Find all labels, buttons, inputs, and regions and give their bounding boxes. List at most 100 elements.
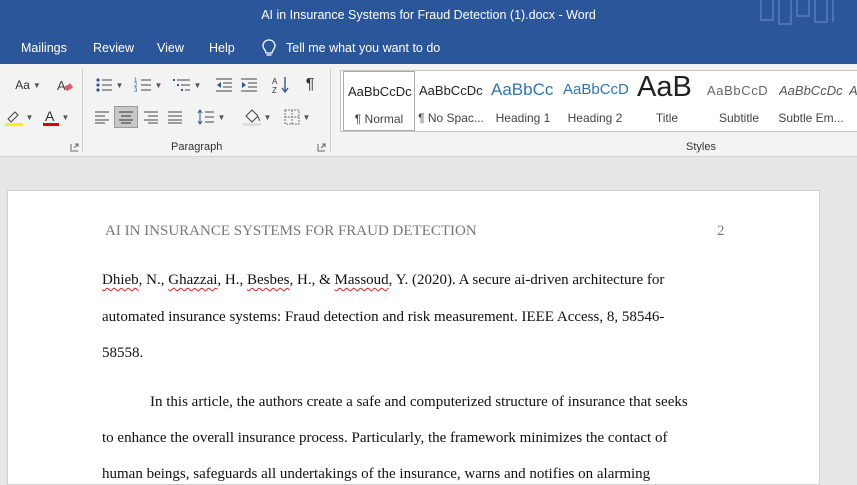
- style-preview: AaBbCcDc: [419, 83, 483, 98]
- chevron-down-icon: ▼: [302, 112, 311, 122]
- align-right-icon: [144, 111, 158, 124]
- align-right-button[interactable]: [140, 106, 162, 128]
- style-name: Title: [655, 111, 679, 125]
- page-number: 2: [717, 223, 725, 239]
- justify-button[interactable]: [164, 106, 186, 128]
- shading-button[interactable]: ▼: [240, 106, 274, 128]
- text-run: , N.,: [138, 272, 169, 288]
- svg-text:3: 3: [134, 88, 138, 93]
- chevron-down-icon: ▼: [217, 112, 226, 122]
- align-left-button[interactable]: [91, 106, 113, 128]
- style-preview: AaBbCc: [491, 80, 554, 99]
- misspelled-word[interactable]: Dhieb: [102, 272, 139, 288]
- multilevel-list-icon: [172, 79, 190, 91]
- style-subtitle[interactable]: AaBbCcD Subtitle: [703, 71, 775, 131]
- reference-line-2: automated insurance systems: Fraud detec…: [102, 309, 665, 325]
- style-preview: AaBbCcDc: [779, 83, 843, 98]
- tell-me-box[interactable]: Tell me what you want to do: [262, 39, 440, 57]
- group-separator: [330, 68, 331, 152]
- title-bar: AI in Insurance Systems for Fraud Detect…: [0, 0, 857, 32]
- svg-text:A: A: [57, 78, 66, 93]
- style-heading-2[interactable]: AaBbCcD Heading 2: [559, 71, 631, 131]
- style-partial[interactable]: A: [847, 71, 857, 131]
- running-header: AI IN INSURANCE SYSTEMS FOR FRAUD DETECT…: [105, 223, 477, 239]
- group-separator: [82, 68, 83, 152]
- ribbon-tabs: Mailings Review View Help Tell me what y…: [0, 32, 857, 64]
- text-run: , H.,: [217, 272, 247, 288]
- eraser-icon: A: [57, 78, 73, 93]
- style-title[interactable]: AaB Title: [631, 71, 703, 131]
- align-center-icon: [119, 111, 133, 124]
- style-no-spacing[interactable]: AaBbCcDc ¶ No Spac...: [415, 71, 487, 131]
- line-spacing-button[interactable]: ▼: [194, 106, 228, 128]
- font-color-button[interactable]: A ▼: [40, 106, 72, 128]
- highlighter-icon: [4, 111, 23, 126]
- numbering-button[interactable]: 1 2 3 ▼: [131, 74, 165, 96]
- dialog-launcher-icon[interactable]: [70, 143, 79, 152]
- ribbon: Aa ▼ A ▼ A ▼ ▼ 1 2 3 ▼ ▼ AZ ¶ ▼ ▼ ▼ Para…: [0, 64, 857, 157]
- pilcrow-icon: ¶: [305, 76, 315, 93]
- svg-text:A: A: [45, 108, 55, 124]
- style-name: ¶ Normal: [354, 112, 404, 126]
- sort-button[interactable]: AZ: [270, 74, 292, 96]
- misspelled-word[interactable]: Massoud: [335, 272, 389, 288]
- chevron-down-icon: ▼: [154, 80, 163, 90]
- text-run: , Y. (2020). A secure ai-driven architec…: [388, 272, 665, 288]
- style-preview: AaBbCcD: [707, 83, 769, 98]
- style-name: Subtle Em...: [778, 111, 844, 125]
- style-preview: AaBbCcD: [563, 81, 629, 98]
- decrease-indent-button[interactable]: [213, 74, 235, 96]
- style-name: Heading 2: [567, 111, 623, 125]
- sort-icon: AZ: [272, 77, 289, 94]
- increase-indent-button[interactable]: [238, 74, 260, 96]
- chevron-down-icon: ▼: [193, 80, 202, 90]
- paragraph-line-1: In this article, the authors create a sa…: [150, 394, 688, 410]
- paragraph-line-3: human beings, safeguards all undertaking…: [102, 466, 651, 482]
- borders-button[interactable]: ▼: [280, 106, 314, 128]
- tell-me-text: Tell me what you want to do: [286, 41, 441, 55]
- chevron-down-icon: ▼: [263, 112, 272, 122]
- font-color-icon: A: [42, 108, 59, 126]
- decrease-indent-icon: [216, 78, 232, 92]
- bullets-icon: [95, 78, 112, 92]
- paragraph-group-label: Paragraph: [171, 141, 223, 153]
- reference-line-3: 58558.: [102, 345, 144, 361]
- chevron-down-icon: ▼: [25, 112, 34, 122]
- show-formatting-marks-button[interactable]: ¶: [299, 74, 321, 96]
- tab-help[interactable]: Help: [209, 41, 235, 55]
- style-name: Subtitle: [718, 111, 760, 125]
- styles-gallery: AaBbCcDc ¶ Normal AaBbCcDc ¶ No Spac... …: [340, 70, 857, 132]
- chevron-down-icon: ▼: [32, 80, 41, 90]
- bullets-button[interactable]: ▼: [92, 74, 126, 96]
- misspelled-word[interactable]: Besbes: [247, 272, 290, 288]
- paragraph-line-2: to enhance the overall insurance process…: [102, 430, 668, 446]
- clear-formatting-button[interactable]: A: [55, 74, 75, 96]
- align-left-icon: [95, 111, 109, 124]
- tab-mailings[interactable]: Mailings: [21, 41, 67, 55]
- style-preview: AaBbCcDc: [348, 84, 412, 99]
- document-page[interactable]: AI IN INSURANCE SYSTEMS FOR FRAUD DETECT…: [7, 190, 820, 485]
- multilevel-list-button[interactable]: ▼: [170, 74, 204, 96]
- text-run: , H., &: [289, 272, 335, 288]
- style-normal[interactable]: AaBbCcDc ¶ Normal: [343, 71, 415, 131]
- lightbulb-icon: [262, 39, 276, 56]
- numbering-icon: 123: [134, 78, 151, 93]
- paragraph-dialog-launcher-icon[interactable]: [317, 143, 326, 152]
- style-preview: A: [849, 83, 857, 98]
- style-name: ¶ No Spac...: [418, 111, 484, 125]
- tab-view[interactable]: View: [157, 41, 184, 55]
- change-case-button[interactable]: Aa ▼: [8, 74, 48, 96]
- center-button[interactable]: [114, 106, 138, 128]
- justify-icon: [168, 111, 182, 124]
- chevron-down-icon: ▼: [61, 112, 70, 122]
- style-subtle-emphasis[interactable]: AaBbCcDc Subtle Em...: [775, 71, 847, 131]
- svg-text:Z: Z: [272, 86, 277, 94]
- highlight-button[interactable]: ▼: [2, 106, 36, 128]
- misspelled-word[interactable]: Ghazzai: [168, 272, 217, 288]
- change-case-label: Aa: [15, 78, 30, 92]
- chevron-down-icon: ▼: [115, 80, 124, 90]
- style-heading-1[interactable]: AaBbCc Heading 1: [487, 71, 559, 131]
- line-spacing-icon: [197, 109, 214, 125]
- borders-icon: [284, 109, 300, 125]
- tab-review[interactable]: Review: [93, 41, 134, 55]
